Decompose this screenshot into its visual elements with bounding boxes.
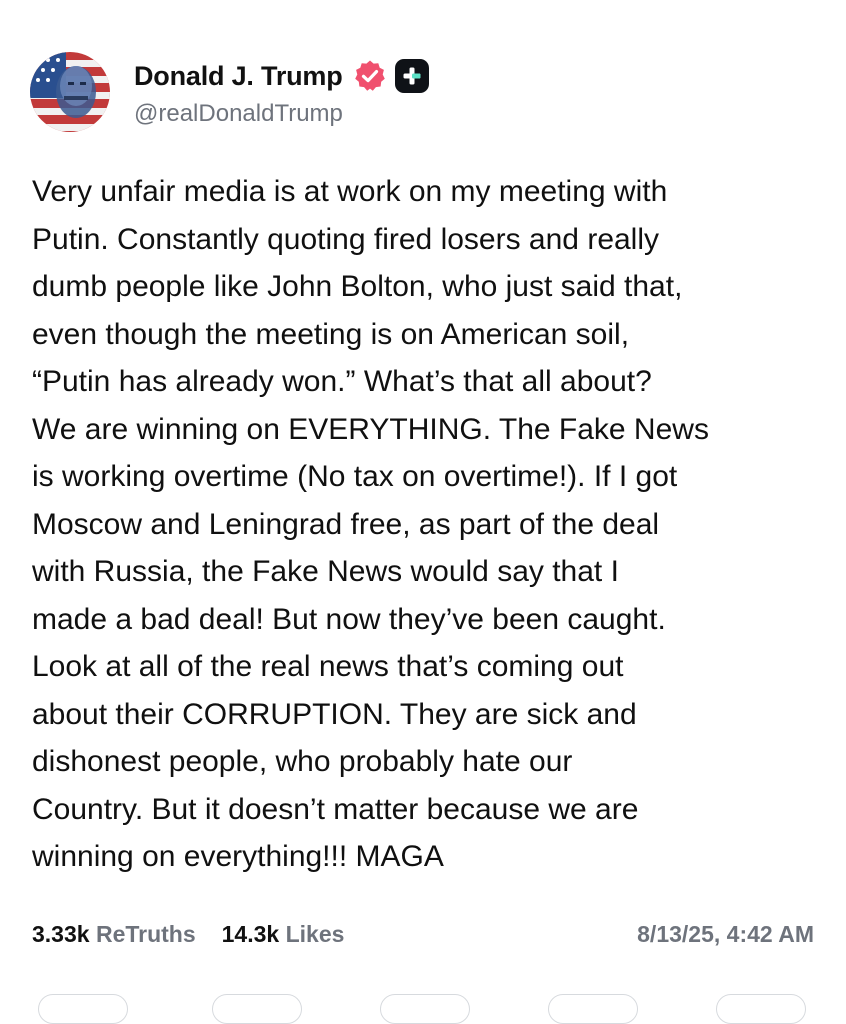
post-timestamp: 8/13/25, 4:42 AM <box>637 921 814 947</box>
share-button[interactable] <box>548 994 638 1024</box>
author-identity: Donald J. Trump @realDonaldTrump <box>134 56 429 128</box>
avatar[interactable] <box>30 52 110 132</box>
verified-badge-icon <box>353 59 387 93</box>
retruths-stat[interactable]: 3.33k ReTruths <box>32 921 196 948</box>
post-text: Very unfair media is at work on my meeti… <box>32 175 709 873</box>
name-row: Donald J. Trump <box>134 56 429 96</box>
likes-label: Likes <box>285 921 345 947</box>
action-bar <box>0 988 846 1024</box>
user-handle[interactable]: @realDonaldTrump <box>134 100 429 128</box>
likes-stat[interactable]: 14.3k Likes <box>222 921 345 948</box>
more-button[interactable] <box>716 994 806 1024</box>
post-stats: 3.33k ReTruths 14.3k Likes 8/13/25, 4:42… <box>32 921 814 948</box>
likes-count: 14.3k <box>221 921 280 947</box>
display-name[interactable]: Donald J. Trump <box>134 61 343 92</box>
like-button[interactable] <box>380 994 470 1024</box>
retruths-label: ReTruths <box>95 921 196 947</box>
retruth-button[interactable] <box>212 994 302 1024</box>
post-header: Donald J. Trump @realDonaldTrump <box>30 52 429 132</box>
truth-plus-icon <box>394 59 429 93</box>
retruths-count: 3.33k <box>32 921 90 947</box>
reply-button[interactable] <box>38 994 128 1024</box>
